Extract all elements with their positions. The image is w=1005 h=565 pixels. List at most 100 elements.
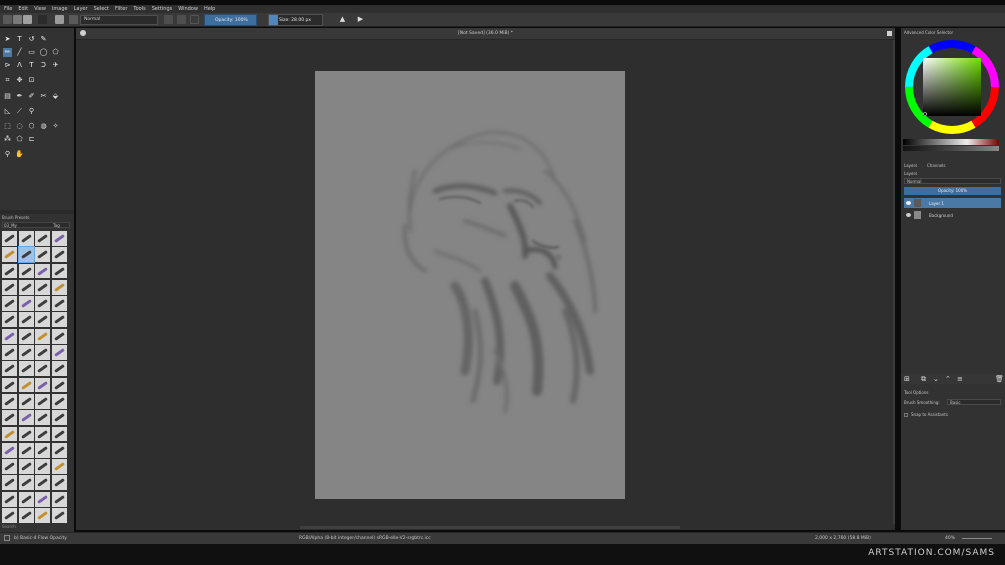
layer-row-layer-1[interactable]: Layer 1 (904, 198, 1001, 208)
brush-preset-swatch[interactable] (18, 361, 34, 377)
select-shapes-icon[interactable]: ➤ (3, 35, 12, 44)
magic-wand-icon[interactable]: ✧ (51, 122, 60, 131)
lock-icon[interactable] (190, 15, 199, 24)
snap-assistants-checkbox[interactable] (904, 413, 908, 417)
menu-settings[interactable]: Settings (152, 6, 173, 12)
brush-preset-swatch[interactable] (35, 410, 50, 426)
dynamic-brush-icon[interactable]: Ↄ (39, 61, 48, 70)
brush-preset-swatch[interactable] (35, 442, 50, 458)
visibility-eye-icon[interactable] (906, 213, 911, 217)
line-tool-icon[interactable]: ╱ (15, 48, 24, 57)
save-icon[interactable] (23, 15, 32, 24)
brush-preset-swatch[interactable] (51, 426, 67, 442)
brush-preset-swatch[interactable] (2, 491, 17, 507)
text-tool-icon[interactable]: T (15, 35, 24, 44)
layers-tab[interactable]: Layers (904, 163, 917, 168)
measure-tool-icon[interactable]: ⟋ (15, 107, 24, 116)
brush-preset-swatch[interactable] (2, 377, 17, 393)
zoom-level[interactable]: 40% (945, 536, 955, 541)
blend-mode-dropdown[interactable]: Normal (80, 15, 158, 25)
brush-preset-swatch[interactable] (35, 247, 50, 263)
brush-preset-swatch[interactable] (51, 296, 67, 311)
brush-preset-swatch[interactable] (51, 475, 67, 491)
brush-preset-swatch[interactable] (18, 312, 34, 328)
layer-properties-icon[interactable]: ≡ (957, 375, 963, 383)
brush-preset-swatch[interactable] (2, 426, 17, 442)
brush-preset-swatch[interactable] (51, 231, 67, 246)
freehand-brush-icon[interactable]: ✏ (3, 48, 12, 57)
fill-tool-icon[interactable]: ⬙ (51, 92, 60, 101)
brush-preset-swatch[interactable] (18, 508, 34, 523)
brush-preset-swatch[interactable] (2, 410, 17, 426)
menu-layer[interactable]: Layer (74, 6, 88, 12)
freehand-select-icon[interactable]: ◍ (39, 122, 48, 131)
channels-tab[interactable]: Channels (927, 163, 946, 168)
brush-preset-swatch[interactable] (51, 328, 67, 344)
brush-preset-swatch[interactable] (51, 442, 67, 458)
menu-window[interactable]: Window (178, 6, 198, 12)
brush-preset-swatch[interactable] (18, 328, 34, 344)
brush-preset-swatch[interactable] (35, 328, 50, 344)
similar-select-icon[interactable]: ⁂ (3, 135, 12, 144)
brush-preset-swatch[interactable] (51, 377, 67, 393)
close-document-icon[interactable] (887, 31, 892, 36)
brush-preset-swatch[interactable] (18, 475, 34, 491)
color-space-status[interactable]: RGB/Alpha (8-bit integer/channel) sRGB-e… (299, 536, 431, 541)
brush-preset-swatch[interactable] (51, 491, 67, 507)
menu-image[interactable]: Image (52, 6, 68, 12)
polygon-tool-icon[interactable]: ⬠ (51, 48, 60, 57)
eraser-mode-icon[interactable] (164, 15, 173, 24)
menu-tools[interactable]: Tools (133, 6, 145, 12)
document-tab[interactable]: [Not Saved] (36.0 MiB) * (76, 28, 895, 40)
zoom-tool-icon[interactable]: ⚲ (3, 150, 12, 159)
brush-preset-swatch[interactable] (2, 312, 17, 328)
ellipse-tool-icon[interactable]: ◯ (39, 48, 48, 57)
brush-preset-swatch[interactable] (18, 459, 34, 474)
brush-preset-swatch[interactable] (18, 393, 34, 409)
magnetic-select-icon[interactable]: ⊏ (27, 135, 36, 144)
brush-preset-swatch[interactable] (18, 231, 34, 246)
rect-select-icon[interactable]: ⬚ (3, 122, 12, 131)
reference-images-icon[interactable]: ⚲ (27, 107, 36, 116)
freehand-path-icon[interactable]: Ƭ (27, 61, 36, 70)
horizontal-scrollbar[interactable] (300, 526, 680, 529)
brush-preset-swatch[interactable] (35, 345, 50, 360)
brush-preset-swatch[interactable] (2, 345, 17, 360)
brush-tag-dropdown[interactable]: 03_My Tag (2, 222, 70, 228)
color-history-strip[interactable] (903, 139, 999, 145)
brush-tag-button[interactable]: Tag (53, 223, 60, 228)
brush-preset-swatch[interactable] (35, 508, 50, 523)
brush-preset-swatch[interactable] (2, 442, 17, 458)
brush-preset-swatch[interactable] (2, 328, 17, 344)
brush-preset-swatch[interactable] (51, 459, 67, 474)
duplicate-layer-icon[interactable]: ⧉ (921, 375, 926, 384)
opacity-slider[interactable]: Opacity: 100% (204, 14, 257, 26)
painting-canvas[interactable] (315, 71, 625, 499)
brush-preset-swatch[interactable] (18, 410, 34, 426)
brush-preset-swatch[interactable] (51, 508, 67, 523)
layer-name[interactable]: Background (929, 213, 953, 218)
delete-layer-icon[interactable]: 🗑 (995, 375, 1004, 383)
brush-preset-swatch[interactable] (18, 263, 34, 279)
brush-preset-swatch[interactable] (17, 246, 35, 264)
brush-search-field[interactable]: Search (2, 524, 16, 529)
current-brush-status[interactable]: b) Basic-4 Flow Opacity (14, 536, 67, 541)
assistant-tool-icon[interactable]: ◺ (3, 107, 12, 116)
brush-preset-swatch[interactable] (2, 475, 17, 491)
brush-preset-swatch[interactable] (35, 475, 50, 491)
menu-file[interactable]: File (4, 6, 12, 12)
layer-blend-mode-dropdown[interactable]: Normal (904, 178, 1001, 184)
crop-tool-icon[interactable]: ⌗ (3, 76, 12, 85)
menu-help[interactable]: Help (204, 6, 215, 12)
color-picker-icon[interactable]: ✒ (15, 92, 24, 101)
brush-preset-swatch[interactable] (51, 393, 67, 409)
rectangle-tool-icon[interactable]: ▭ (27, 48, 36, 57)
brush-preset-swatch[interactable] (18, 442, 34, 458)
swap-colors-icon[interactable] (38, 15, 47, 24)
menu-filter[interactable]: Filter (115, 6, 127, 12)
open-document-icon[interactable] (13, 15, 22, 24)
move-tool-icon[interactable]: ✥ (15, 76, 24, 85)
brush-preset-swatch[interactable] (35, 263, 50, 279)
vertical-scrollbar[interactable] (893, 40, 895, 524)
pan-tool-icon[interactable]: ✋ (15, 150, 24, 159)
